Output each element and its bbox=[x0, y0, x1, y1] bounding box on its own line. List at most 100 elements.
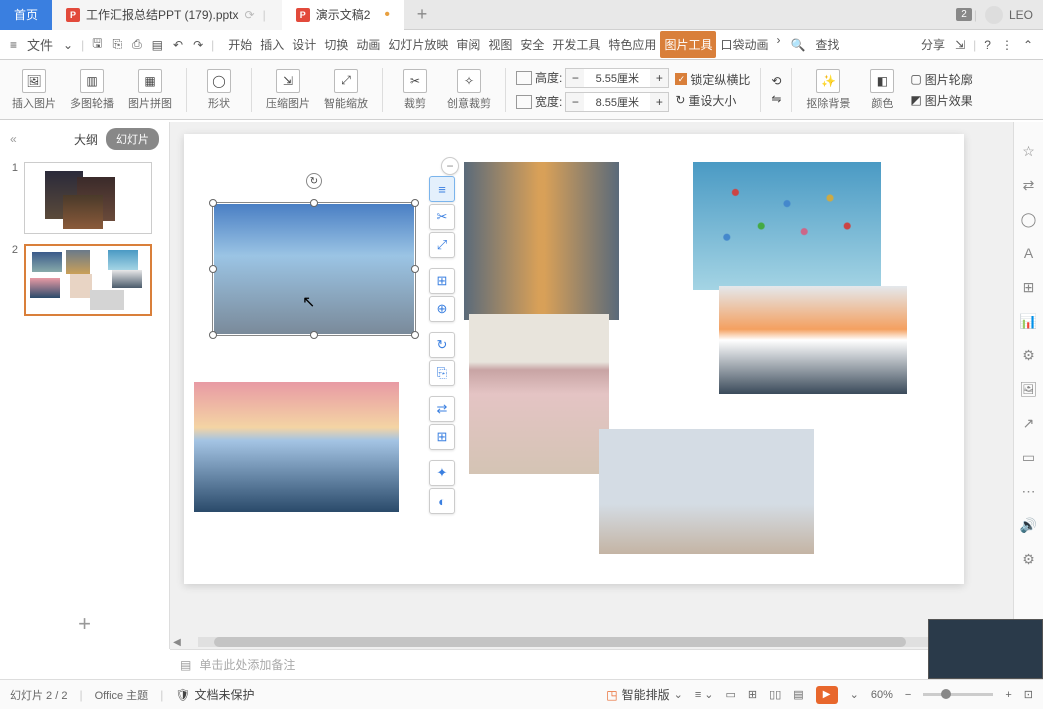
resize-handle-ne[interactable] bbox=[411, 199, 419, 207]
ribbon-insert[interactable]: 插入 bbox=[256, 31, 288, 58]
ribbon-review[interactable]: 审阅 bbox=[452, 31, 484, 58]
ribbon-pocket-anim[interactable]: 口袋动画 bbox=[716, 31, 772, 58]
save-icon[interactable]: 🖫 bbox=[88, 32, 106, 57]
picture-outline-button[interactable]: ▢图片轮廓 bbox=[910, 71, 972, 88]
shape-button[interactable]: ◯形状 bbox=[197, 67, 241, 113]
avatar[interactable] bbox=[985, 6, 1003, 24]
increment-button[interactable]: + bbox=[650, 93, 668, 111]
ribbon-transition[interactable]: 切换 bbox=[320, 31, 352, 58]
sorter-view-icon[interactable]: ⊞ bbox=[748, 688, 757, 701]
dots-icon[interactable]: ⋯ bbox=[1020, 482, 1038, 500]
color-button[interactable]: ◧颜色 bbox=[860, 67, 904, 113]
list-view-icon[interactable]: ≡ ⌄ bbox=[695, 688, 714, 701]
ribbon-special[interactable]: 特色应用 bbox=[604, 31, 660, 58]
height-input[interactable] bbox=[584, 69, 650, 87]
username[interactable]: LEO bbox=[1009, 8, 1033, 22]
export-icon[interactable]: ⇲ bbox=[951, 36, 969, 54]
zoom-label[interactable]: 60% bbox=[871, 689, 893, 701]
rotate-handle[interactable]: ↻ bbox=[306, 173, 322, 189]
slide-thumbnail[interactable]: 1 bbox=[6, 162, 163, 234]
smart-layout-button[interactable]: ◳智能排版 ⌄ bbox=[606, 686, 683, 703]
gear-icon[interactable]: ⚙ bbox=[1020, 550, 1038, 568]
rotate-group[interactable]: ⟲ ⇋ bbox=[771, 74, 781, 106]
print-icon[interactable]: ⎙ bbox=[128, 35, 146, 54]
more-icon[interactable]: ⋮ bbox=[997, 36, 1017, 54]
crop-tool-icon[interactable]: ✂ bbox=[429, 204, 455, 230]
tab-home[interactable]: 首页 bbox=[0, 0, 52, 30]
height-stepper[interactable]: − + bbox=[565, 68, 669, 88]
ribbon-slideshow[interactable]: 幻灯片放映 bbox=[384, 31, 452, 58]
text-icon[interactable]: A bbox=[1020, 244, 1038, 262]
new-tab-button[interactable]: + bbox=[404, 4, 440, 25]
undo-icon[interactable]: ↶ bbox=[169, 36, 187, 54]
increment-button[interactable]: + bbox=[650, 69, 668, 87]
outline-tab[interactable]: 大纲 bbox=[74, 131, 98, 148]
zoom-icon[interactable]: ⊕ bbox=[429, 296, 455, 322]
notes-view-icon[interactable]: ▤ bbox=[793, 688, 803, 701]
resize-handle-e[interactable] bbox=[411, 265, 419, 273]
smart-scale-button[interactable]: ⤢智能缩放 bbox=[320, 67, 372, 113]
slider-thumb[interactable] bbox=[941, 689, 951, 699]
contrast-icon[interactable]: ◐ bbox=[429, 488, 455, 514]
reset-size-button[interactable]: ↻重设大小 bbox=[675, 92, 750, 109]
crop-button[interactable]: ✂裁剪 bbox=[393, 67, 437, 113]
insert-picture-button[interactable]: 🖼插入图片 bbox=[8, 67, 60, 113]
image-balloons[interactable] bbox=[693, 162, 881, 290]
hamburger-icon[interactable]: ≡ bbox=[6, 36, 21, 54]
layers-icon[interactable]: ≡ bbox=[429, 176, 455, 202]
share-label[interactable]: 分享 bbox=[917, 34, 949, 55]
decrement-button[interactable]: − bbox=[566, 93, 584, 111]
play-button[interactable]: ▶ bbox=[816, 686, 838, 704]
zoom-out-button[interactable]: − bbox=[905, 689, 911, 701]
add-icon[interactable]: ⊞ bbox=[429, 424, 455, 450]
zoom-in-button[interactable]: + bbox=[1005, 689, 1011, 701]
ribbon-picture-tools[interactable]: 图片工具 bbox=[660, 31, 716, 58]
tab-document-2[interactable]: P 演示文稿2 • bbox=[282, 0, 404, 30]
preview-icon[interactable]: ▤ bbox=[148, 36, 167, 54]
speaker-icon[interactable]: 🔊 bbox=[1020, 516, 1038, 534]
remove-bg-button[interactable]: ✨抠除背景 bbox=[802, 67, 854, 113]
image-sunset-city[interactable] bbox=[719, 286, 907, 394]
collapse-toolbar-button[interactable]: − bbox=[441, 157, 459, 175]
slide-canvas[interactable]: ↻ − ≡ ✂ ⤢ ⊞ ⊕ ↻ ⎘ bbox=[184, 134, 964, 584]
image-flowers[interactable] bbox=[469, 314, 609, 474]
notes-pane[interactable]: ▤ 单击此处添加备注 bbox=[170, 649, 1013, 679]
resize-handle-s[interactable] bbox=[310, 331, 318, 339]
align-icon[interactable]: ⊞ bbox=[429, 268, 455, 294]
grid-icon[interactable]: ⊞ bbox=[1020, 278, 1038, 296]
help-icon[interactable]: ? bbox=[980, 36, 995, 54]
search-icon[interactable]: 🔍 bbox=[786, 36, 809, 54]
horizontal-scrollbar[interactable]: ◀ ▶ bbox=[170, 635, 1013, 649]
resize-handle-w[interactable] bbox=[209, 265, 217, 273]
star-icon[interactable]: ☆ bbox=[1020, 142, 1038, 160]
fit-button[interactable]: ⊡ bbox=[1024, 688, 1033, 701]
normal-view-icon[interactable]: ▭ bbox=[726, 688, 736, 701]
resize-handle-nw[interactable] bbox=[209, 199, 217, 207]
redo-icon[interactable]: ↷ bbox=[189, 36, 207, 54]
reading-view-icon[interactable]: ▯▯ bbox=[769, 688, 781, 701]
replace-icon[interactable]: ⇄ bbox=[429, 396, 455, 422]
expand-icon[interactable]: ⤢ bbox=[429, 232, 455, 258]
ribbon-devtools[interactable]: 开发工具 bbox=[548, 31, 604, 58]
slide-thumbnail[interactable]: 2 bbox=[6, 244, 163, 316]
ribbon-view[interactable]: 视图 bbox=[484, 31, 516, 58]
width-input[interactable] bbox=[584, 93, 650, 111]
slides-tab[interactable]: 幻灯片 bbox=[106, 128, 159, 150]
picture-effect-button[interactable]: ◩图片效果 bbox=[910, 92, 972, 109]
switch-icon[interactable]: ⇄ bbox=[1020, 176, 1038, 194]
ribbon-design[interactable]: 设计 bbox=[288, 31, 320, 58]
image-side-icon[interactable]: 🖼 bbox=[1020, 380, 1038, 398]
protection-status[interactable]: 🛡文档未保护 bbox=[175, 686, 254, 703]
multi-carousel-button[interactable]: ▥多图轮播 bbox=[66, 67, 118, 113]
resize-handle-sw[interactable] bbox=[209, 331, 217, 339]
tab-document-1[interactable]: P 工作汇报总结PPT (179).pptx ⟳ | bbox=[52, 0, 282, 30]
overflow-icon[interactable]: › bbox=[772, 31, 784, 58]
copy-icon[interactable]: ⎘ bbox=[429, 360, 455, 386]
resize-handle-se[interactable] bbox=[411, 331, 419, 339]
image-ferris-wheel[interactable] bbox=[599, 429, 814, 554]
collapse-panel-icon[interactable]: « bbox=[10, 132, 17, 146]
ribbon-animation[interactable]: 动画 bbox=[352, 31, 384, 58]
layout-icon[interactable]: ▭ bbox=[1020, 448, 1038, 466]
settings-icon[interactable]: ⚙ bbox=[1020, 346, 1038, 364]
width-stepper[interactable]: − + bbox=[565, 92, 669, 112]
